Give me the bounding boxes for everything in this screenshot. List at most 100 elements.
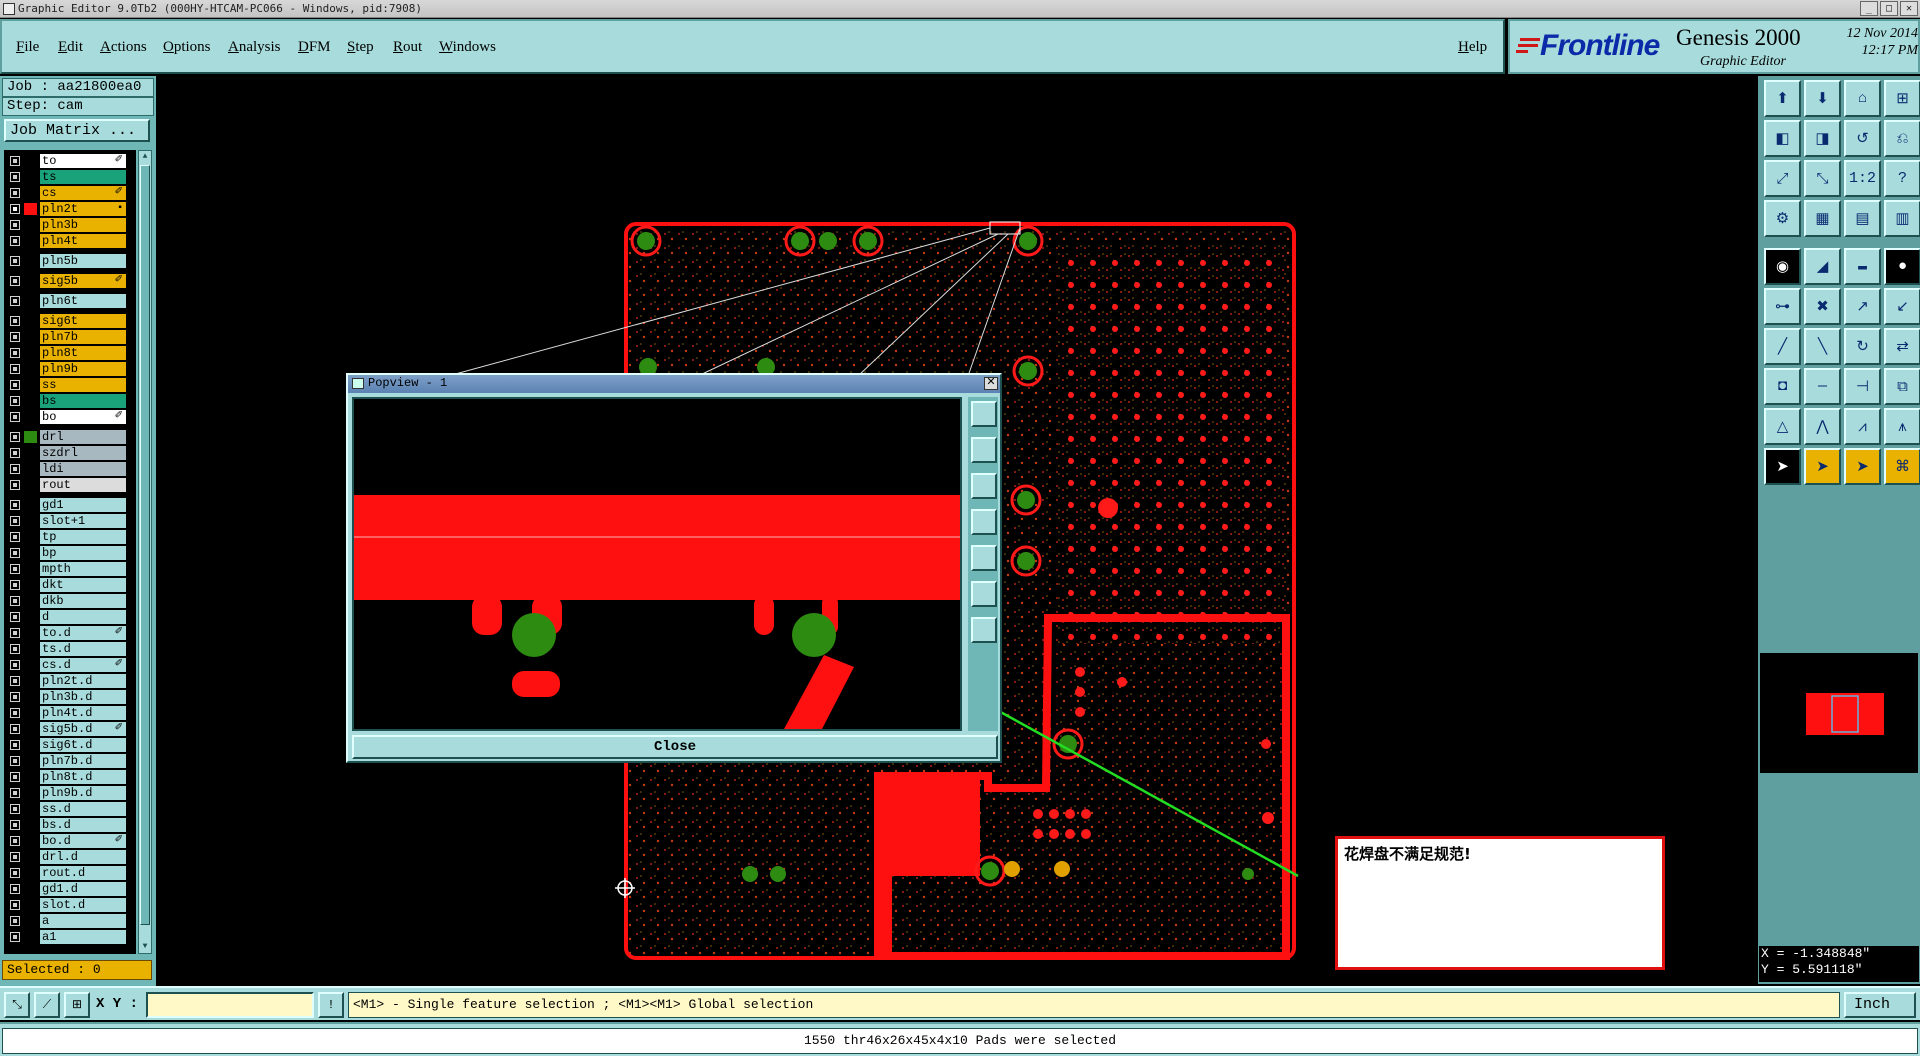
menu-file[interactable]: File	[16, 39, 39, 56]
layer-row[interactable]: sig6t.d	[4, 738, 136, 752]
layer-checkbox[interactable]	[10, 396, 20, 406]
layer-name[interactable]: bo ✐	[40, 410, 126, 424]
layer-scrollbar[interactable]: ▲ ▼	[138, 150, 152, 954]
grid-icon[interactable]: ▦	[1804, 200, 1841, 237]
layer-row[interactable]: pln2t ▪	[4, 202, 136, 216]
save-icon[interactable]: ⬇	[1804, 80, 1841, 117]
layer-name[interactable]: to ✐	[40, 154, 126, 168]
window-icon[interactable]: ⊞	[1884, 80, 1920, 117]
layer-checkbox[interactable]	[10, 836, 20, 846]
layer-checkbox[interactable]	[10, 932, 20, 942]
layer-name[interactable]: pln8t.d	[40, 770, 126, 784]
layer-color-swatch[interactable]	[24, 755, 37, 767]
scroll-down-icon[interactable]: ▼	[140, 942, 150, 952]
layer-row[interactable]: bo.d ✐	[4, 834, 136, 848]
select3-icon[interactable]: ➤	[1844, 448, 1881, 485]
line-icon[interactable]: ◢	[1804, 248, 1841, 285]
menu-dfm[interactable]: DFM	[298, 39, 331, 56]
layer-row[interactable]: szdrl	[4, 446, 136, 460]
layer-checkbox[interactable]	[10, 348, 20, 358]
layer-color-swatch[interactable]	[24, 315, 37, 327]
popview-zoom-view[interactable]	[352, 397, 962, 731]
job-matrix-button[interactable]: Job Matrix ...	[4, 119, 150, 142]
layer-name[interactable]: pln8t	[40, 346, 126, 360]
scale-icon[interactable]: 1:2	[1844, 160, 1881, 197]
snap-mode-icon[interactable]: ⤡	[4, 992, 30, 1018]
layer-checkbox[interactable]	[10, 412, 20, 422]
mirror-icon[interactable]: ⇄	[1884, 328, 1920, 365]
layer-color-swatch[interactable]	[24, 363, 37, 375]
layer-row[interactable]: dkt	[4, 578, 136, 592]
poly3-icon[interactable]: ⩘	[1844, 408, 1881, 445]
layer-checkbox[interactable]	[10, 868, 20, 878]
layer-row[interactable]: bo ✐	[4, 410, 136, 424]
layer-color-swatch[interactable]	[24, 675, 37, 687]
snap-icon[interactable]: ⚙	[1764, 200, 1801, 237]
layer-row[interactable]: bp	[4, 546, 136, 560]
popview-zoom-home-icon[interactable]	[971, 617, 997, 643]
zoom-fit-icon[interactable]: ⤢	[1764, 160, 1801, 197]
layer-name[interactable]: pln4t.d	[40, 706, 126, 720]
layer-color-swatch[interactable]	[24, 547, 37, 559]
layer-row[interactable]: rout.d	[4, 866, 136, 880]
layer-name[interactable]: rout	[40, 478, 126, 492]
resize-icon[interactable]: ⊣	[1844, 368, 1881, 405]
cross-icon[interactable]: ✖	[1804, 288, 1841, 325]
layer-checkbox[interactable]	[10, 276, 20, 286]
layer-checkbox[interactable]	[10, 204, 20, 214]
circle-icon[interactable]: ●	[1884, 248, 1920, 285]
layer-row[interactable]: gd1	[4, 498, 136, 512]
layer-row[interactable]: ts	[4, 170, 136, 184]
layer-checkbox[interactable]	[10, 580, 20, 590]
layer-color-swatch[interactable]	[24, 579, 37, 591]
layer-name[interactable]: drl	[40, 430, 126, 444]
layer-checkbox[interactable]	[10, 516, 20, 526]
popview-pan-up-icon[interactable]	[971, 437, 997, 463]
layer-name[interactable]: ss.d	[40, 802, 126, 816]
layer-name[interactable]: tp	[40, 530, 126, 544]
layer-row[interactable]: pln3b	[4, 218, 136, 232]
scroll-thumb[interactable]	[140, 165, 150, 925]
layer-checkbox[interactable]	[10, 612, 20, 622]
layer-checkbox[interactable]	[10, 432, 20, 442]
select2-icon[interactable]: ➤	[1804, 448, 1841, 485]
layer-checkbox[interactable]	[10, 628, 20, 638]
layer-name[interactable]: sig5b ✐	[40, 274, 126, 288]
layer-name[interactable]: cs.d ✐	[40, 658, 126, 672]
layer-color-swatch[interactable]	[24, 187, 37, 199]
layer-row[interactable]: pln7b	[4, 330, 136, 344]
layer-checkbox[interactable]	[10, 676, 20, 686]
layer-checkbox[interactable]	[10, 916, 20, 926]
redraw-icon[interactable]: ⎌	[1884, 120, 1920, 157]
layer-name[interactable]: pln7b.d	[40, 754, 126, 768]
layer-checkbox[interactable]	[10, 220, 20, 230]
menu-windows[interactable]: Windows	[439, 39, 496, 56]
measure-mode-icon[interactable]: ⟋	[34, 992, 60, 1018]
menu-actions[interactable]: Actions	[100, 39, 147, 56]
layer-color-swatch[interactable]	[24, 499, 37, 511]
layer-name[interactable]: a	[40, 914, 126, 928]
xy-input[interactable]	[146, 992, 314, 1018]
layer-row[interactable]: pln6t	[4, 294, 136, 308]
menu-edit[interactable]: Edit	[58, 39, 83, 56]
measure-icon[interactable]: ▬	[1844, 248, 1881, 285]
layer-name[interactable]: dkt	[40, 578, 126, 592]
layer-name[interactable]: bp	[40, 546, 126, 560]
layer-name[interactable]: pln5b	[40, 254, 126, 268]
layer-name[interactable]: ss	[40, 378, 126, 392]
undo-icon[interactable]: ↺	[1844, 120, 1881, 157]
layer-color-swatch[interactable]	[24, 771, 37, 783]
layer-color-swatch[interactable]	[24, 255, 37, 267]
split-icon[interactable]: —	[1804, 368, 1841, 405]
help-icon[interactable]: ?	[1884, 160, 1920, 197]
maximize-icon[interactable]: □	[1880, 1, 1898, 16]
unit-selector[interactable]: Inch	[1844, 992, 1916, 1018]
layer-name[interactable]: bo.d ✐	[40, 834, 126, 848]
attr-icon[interactable]: ◘	[1764, 368, 1801, 405]
layer-name[interactable]: gd1	[40, 498, 126, 512]
layer-color-swatch[interactable]	[24, 295, 37, 307]
layer-checkbox[interactable]	[10, 256, 20, 266]
layer-checkbox[interactable]	[10, 692, 20, 702]
layer-checkbox[interactable]	[10, 464, 20, 474]
layer-row[interactable]: rout	[4, 478, 136, 492]
